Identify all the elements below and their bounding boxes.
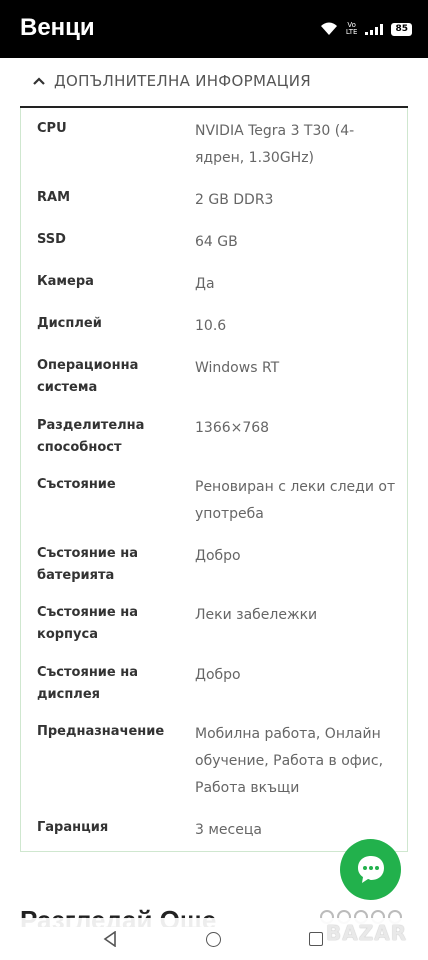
spec-table: CPU NVIDIA Tegra 3 T30 (4-ядрен, 1.30GHz… <box>20 108 408 852</box>
spec-value: Добро <box>195 667 241 683</box>
spec-value: 64 GB <box>195 234 238 250</box>
status-icons: Vo LTE 85 <box>320 22 412 36</box>
spec-value: NVIDIA Tegra 3 T30 (4-ядрен, 1.30GHz) <box>195 123 355 166</box>
chat-button[interactable] <box>340 839 401 900</box>
spec-key: SSD <box>37 232 66 247</box>
spec-key: Гаранция <box>37 820 109 835</box>
spec-value: Леки забележки <box>195 607 318 623</box>
spec-key: Камера <box>37 274 94 289</box>
spec-value: Windows RT <box>195 360 280 376</box>
wifi-icon <box>320 22 337 35</box>
signal-icon <box>365 23 384 35</box>
spec-key: Състояние на батерията <box>37 546 139 583</box>
watermark-logo: BAZAR <box>326 921 408 945</box>
spec-key: RAM <box>37 190 71 205</box>
spec-key: Дисплей <box>37 316 102 331</box>
battery-icon: 85 <box>391 22 412 36</box>
spec-value: 2 GB DDR3 <box>195 192 274 208</box>
spec-key: Състояние на корпуса <box>37 605 139 642</box>
spec-value: Да <box>195 276 215 292</box>
spec-key: Предназначение <box>37 724 165 739</box>
chat-bubble-icon <box>358 856 384 883</box>
chevron-up-icon <box>33 77 45 85</box>
spec-key: Състояние на дисплея <box>37 665 139 702</box>
spec-value: Мобилна работа, Онлайн обучение, Работа … <box>195 726 384 796</box>
spec-key: Състояние <box>37 477 116 492</box>
recent-apps-icon[interactable] <box>309 932 323 946</box>
spec-value: Реновиран с леки следи от употреба <box>195 479 396 522</box>
section-title: ДОПЪЛНИТЕЛНА ИНФОРМАЦИЯ <box>54 72 311 90</box>
back-icon[interactable] <box>103 931 117 947</box>
app-title: Венци <box>20 14 95 41</box>
additional-info-toggle[interactable]: ДОПЪЛНИТЕЛНА ИНФОРМАЦИЯ <box>20 58 408 108</box>
spec-value: Добро <box>195 548 241 564</box>
status-bar: Венци Vo LTE 85 <box>0 0 428 58</box>
home-icon[interactable] <box>206 932 221 947</box>
spec-key: CPU <box>37 121 67 136</box>
volte-icon: Vo LTE <box>345 21 358 36</box>
spec-value: 10.6 <box>195 318 227 334</box>
spec-key: Операционна система <box>37 358 139 395</box>
spec-key: Разделителна способност <box>37 418 145 455</box>
spec-value: 1366×768 <box>195 420 270 436</box>
